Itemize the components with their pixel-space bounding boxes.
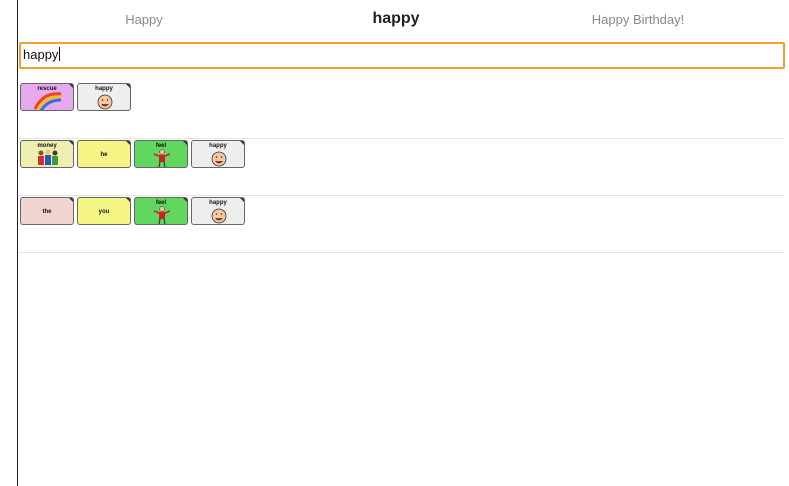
tile-corner-fold bbox=[125, 84, 130, 89]
tile-label: feel bbox=[155, 143, 167, 149]
tile-label: the bbox=[42, 209, 52, 215]
tile-label: happy bbox=[209, 200, 227, 206]
tile-label: happy bbox=[95, 86, 113, 92]
text-caret bbox=[59, 47, 61, 61]
phrase-row-1[interactable]: rescue happy bbox=[18, 83, 784, 139]
symbol-tile[interactable]: rescue bbox=[20, 83, 74, 111]
tile-corner-fold bbox=[239, 198, 244, 203]
tile-label: you bbox=[98, 209, 110, 215]
tile-label: rescue bbox=[37, 86, 57, 92]
tile-label: he bbox=[100, 152, 108, 158]
row-divider bbox=[18, 252, 784, 253]
symbol-tile[interactable]: happy bbox=[77, 83, 131, 111]
row-divider bbox=[18, 138, 784, 139]
symbol-tile[interactable]: the bbox=[20, 197, 74, 225]
phrase-row-3[interactable]: the you feel happy bbox=[18, 197, 784, 253]
tile-label: feel bbox=[155, 200, 167, 206]
tile-corner-fold bbox=[239, 141, 244, 146]
symbol-tile[interactable]: happy bbox=[191, 197, 245, 225]
symbol-tile[interactable]: feel bbox=[134, 140, 188, 168]
phrase-panel: Happy happy Happy Birthday! happy rescue… bbox=[17, 0, 789, 486]
symbol-tile[interactable]: happy bbox=[191, 140, 245, 168]
tile-corner-fold bbox=[68, 84, 73, 89]
tile-label: money bbox=[37, 143, 57, 149]
suggestion-1[interactable]: Happy bbox=[24, 12, 264, 27]
tile-corner-fold bbox=[68, 141, 73, 146]
symbol-tile[interactable]: he bbox=[77, 140, 131, 168]
tile-corner-fold bbox=[182, 141, 187, 146]
tile-corner-fold bbox=[182, 198, 187, 203]
symbol-tile[interactable]: you bbox=[77, 197, 131, 225]
suggestion-3[interactable]: Happy Birthday! bbox=[518, 12, 758, 27]
symbol-tile[interactable]: money bbox=[20, 140, 74, 168]
tile-corner-fold bbox=[125, 141, 130, 146]
tile-corner-fold bbox=[68, 198, 73, 203]
symbol-tile[interactable]: feel bbox=[134, 197, 188, 225]
row-divider bbox=[18, 195, 784, 196]
phrase-row-2[interactable]: money he feel happy bbox=[18, 140, 784, 196]
suggestion-2[interactable]: happy bbox=[276, 10, 516, 28]
search-input[interactable]: happy bbox=[19, 42, 785, 69]
tile-corner-fold bbox=[125, 198, 130, 203]
suggestion-bar: Happy happy Happy Birthday! bbox=[18, 10, 789, 36]
tile-label: happy bbox=[209, 143, 227, 149]
search-input-value: happy bbox=[23, 47, 61, 62]
